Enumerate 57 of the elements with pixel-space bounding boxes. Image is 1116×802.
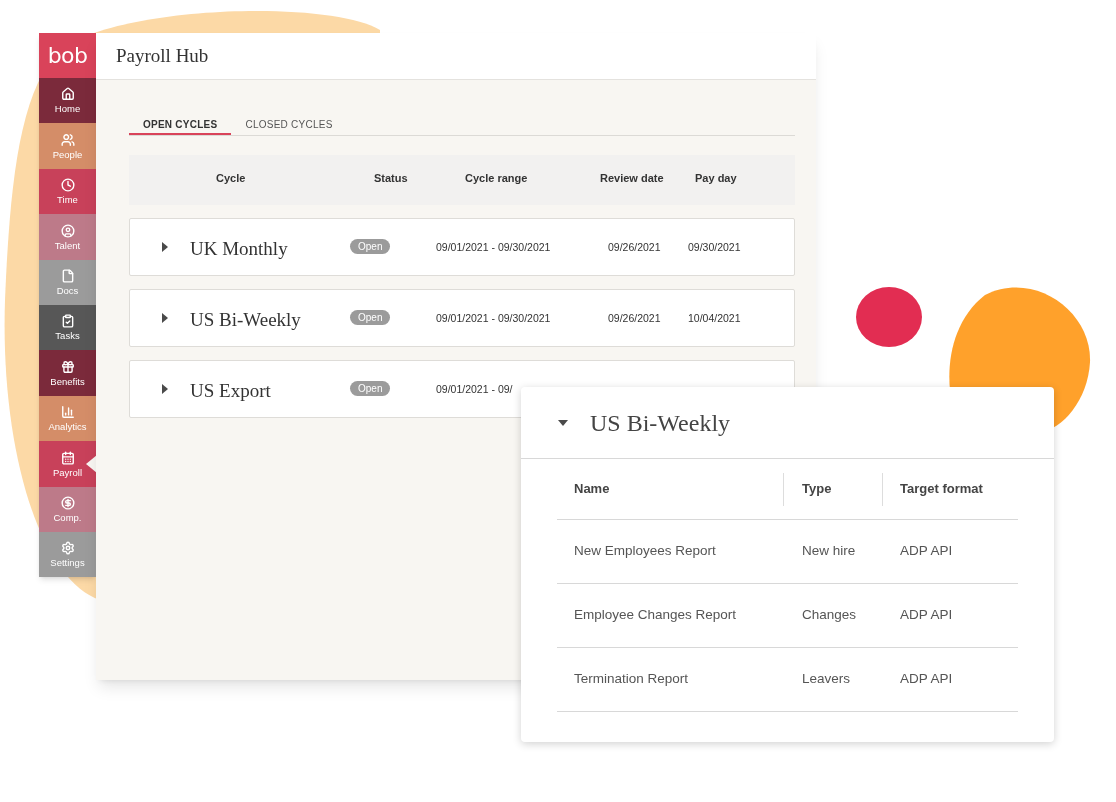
table-cell-text: Leavers xyxy=(801,670,852,689)
column-header: Cycle xyxy=(216,171,246,186)
caret-right-icon[interactable] xyxy=(160,384,170,394)
cycle-row[interactable]: UK Monthly Open 09/01/2021 - 09/30/2021 09/26/2021 09/30/2021 xyxy=(129,218,795,276)
status-pill: Open xyxy=(350,239,391,254)
nav-icon xyxy=(60,269,75,283)
table-cell-text: ADP API xyxy=(899,670,953,689)
table-cell-text: ADP API xyxy=(899,542,953,561)
nav-icon xyxy=(60,495,75,510)
table-cell-text: ADP API xyxy=(899,606,953,625)
nav-icon xyxy=(60,541,75,556)
nav-icon xyxy=(60,178,75,193)
logo: bob xyxy=(47,44,88,67)
column-header: Type xyxy=(784,472,883,506)
nav-icon xyxy=(60,359,75,374)
decorative-circle xyxy=(856,287,922,347)
sidebar-item[interactable]: Payroll xyxy=(39,441,96,487)
cycle-name: US Bi-Weekly xyxy=(190,308,301,332)
nav-icon xyxy=(60,223,75,238)
cycle-range: 09/01/2021 - 09/30/2021 xyxy=(436,240,551,255)
tab[interactable]: OPEN CYCLES xyxy=(129,115,232,135)
status-pill: Open xyxy=(350,310,391,325)
column-header: Name xyxy=(557,472,784,506)
table-cell-text: New Employees Report xyxy=(573,542,717,561)
nav-icon xyxy=(60,132,75,147)
pay-day: 09/30/2021 xyxy=(688,240,741,256)
sidebar-item[interactable]: Time xyxy=(39,168,96,215)
table-cell-text: Employee Changes Report xyxy=(573,606,738,625)
column-header: Pay day xyxy=(695,171,737,186)
review-date: 09/26/2021 xyxy=(608,240,661,255)
cycle-name: UK Monthly xyxy=(190,237,288,261)
nav-icon xyxy=(60,450,75,465)
cycle-row[interactable]: US Bi-Weekly Open 09/01/2021 - 09/30/2021 09/26/2021 10/04/2021 xyxy=(129,289,795,347)
nav-icon xyxy=(60,314,75,329)
cycle-range: 09/01/2021 - 09/30/2021 xyxy=(436,311,551,326)
tab[interactable]: CLOSED CYCLES xyxy=(231,115,347,135)
sidebar-item[interactable]: Benefits xyxy=(39,350,96,396)
column-header: Cycle range xyxy=(465,171,528,186)
caret-right-icon[interactable] xyxy=(160,242,170,252)
sidebar-item[interactable]: Home xyxy=(39,78,96,124)
caret-right-icon[interactable] xyxy=(160,313,170,323)
pay-day: 10/04/2021 xyxy=(688,311,741,327)
nav-icon xyxy=(60,87,75,102)
review-date: 09/26/2021 xyxy=(608,311,661,326)
sidebar-item[interactable]: Tasks xyxy=(39,304,96,351)
status-pill: Open xyxy=(350,381,391,396)
table-cell-text: Termination Report xyxy=(573,670,690,689)
window-title: Payroll Hub xyxy=(116,43,209,68)
table-cell-text: New hire xyxy=(801,542,857,561)
column-header: Status xyxy=(374,171,408,186)
nav-icon xyxy=(60,405,75,420)
caret-down-icon[interactable] xyxy=(558,417,568,428)
table-cell-text: Changes xyxy=(801,606,858,625)
column-header: Target format xyxy=(899,480,983,499)
cycle-range: 09/01/2021 - 09/ xyxy=(436,382,513,397)
cycle-name: US Export xyxy=(190,379,271,403)
column-header: Review date xyxy=(600,171,664,186)
